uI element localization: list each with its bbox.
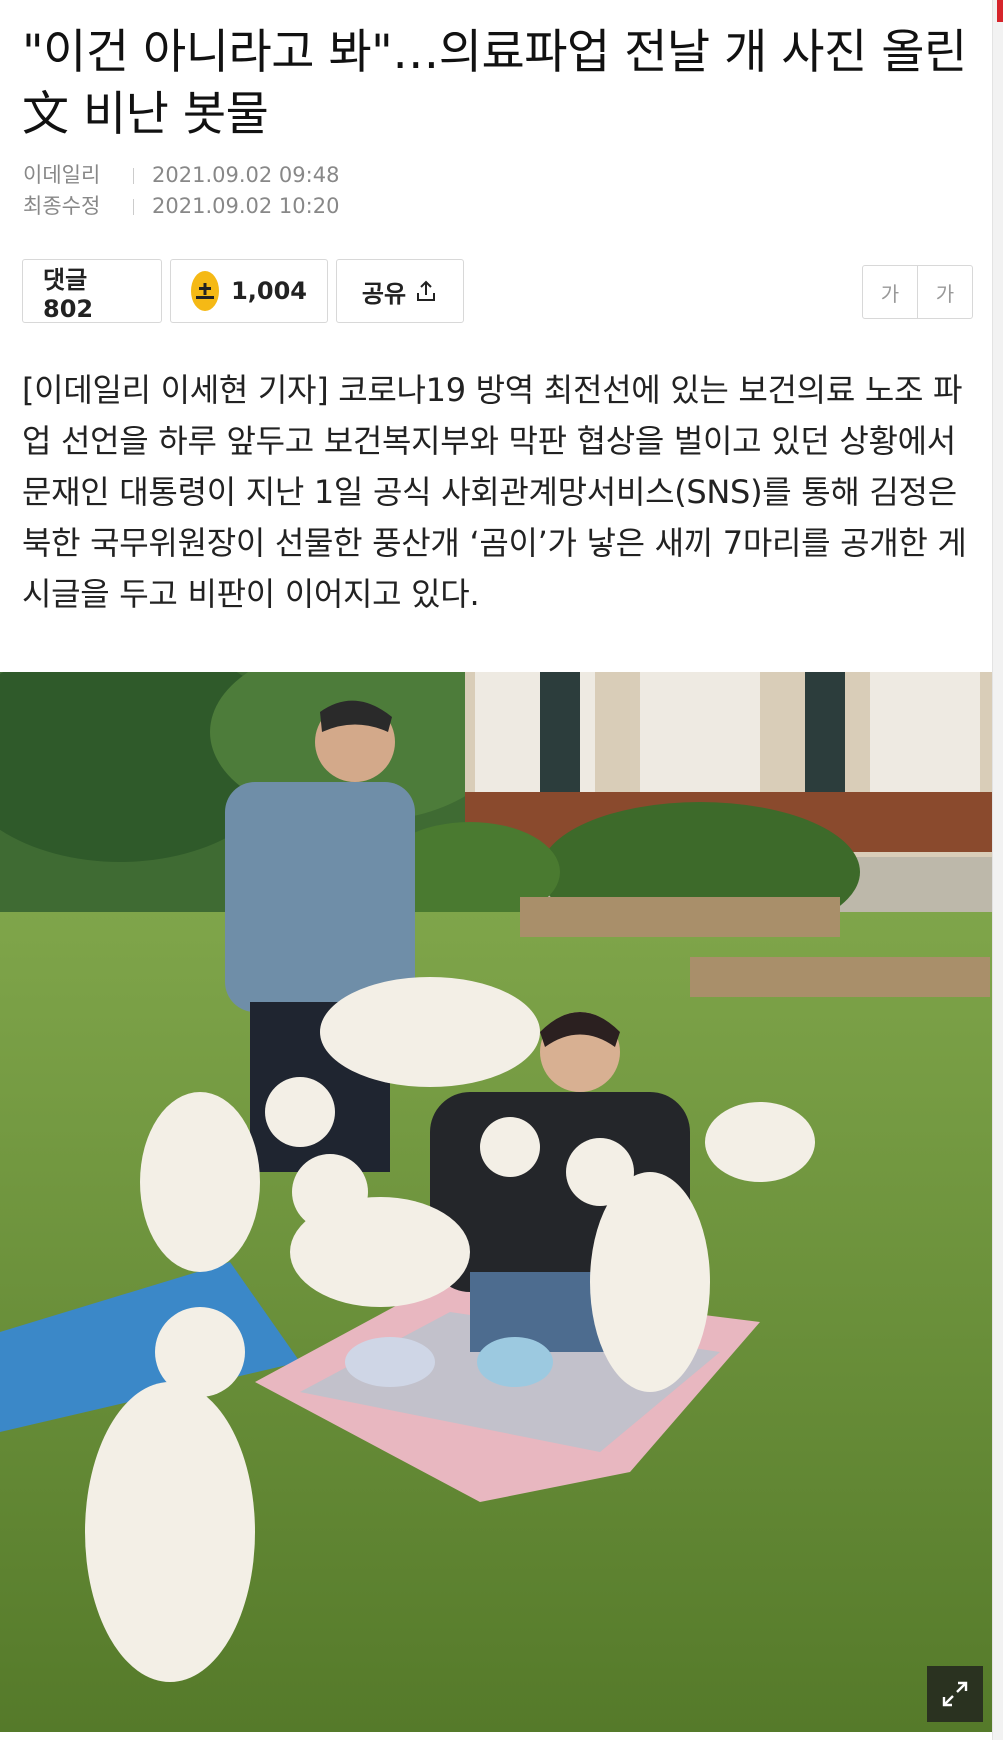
expand-icon [939,1678,971,1710]
article-page: "이건 아니라고 봐"…의료파업 전날 개 사진 올린 文 비난 봇물 이데일리… [0,0,993,1740]
article-meta: 이데일리 2021.09.02 09:48 최종수정 2021.09.02 10… [23,160,339,222]
comment-button[interactable]: 댓글 802 [22,259,162,323]
publisher-name: 이데일리 [23,163,101,187]
expand-photo-button[interactable] [927,1666,983,1722]
coin-button[interactable]: 1,004 [170,259,328,323]
font-size-larger-button[interactable]: 가 [917,266,972,318]
article-photo[interactable] [0,672,993,1732]
share-upload-icon [414,279,438,303]
dogs-garden-photo [0,672,993,1732]
modified-label: 최종수정 [23,194,101,218]
meta-divider [133,198,134,215]
coin-icon [191,271,220,311]
share-label: 공유 [361,279,407,308]
font-size-smaller-button[interactable]: 가 [863,266,917,318]
article-body: [이데일리 이세현 기자] 코로나19 방역 최전선에 있는 보건의료 노조 파… [22,371,967,613]
coin-count: 1,004 [231,277,307,305]
share-button[interactable]: 공유 [336,259,464,323]
meta-publisher-row: 이데일리 2021.09.02 09:48 [23,160,339,191]
comment-label: 댓글 802 [43,265,94,323]
meta-modified-row: 최종수정 2021.09.02 10:20 [23,191,339,222]
scroll-edge [992,0,1003,1740]
article-actions: 댓글 802 1,004 공유 [22,259,464,323]
published-time: 2021.09.02 09:48 [152,163,340,187]
accent-marker [997,0,1003,22]
modified-time: 2021.09.02 10:20 [152,194,340,218]
meta-divider [133,167,134,184]
font-size-control: 가 가 [862,265,973,319]
article-headline: "이건 아니라고 봐"…의료파업 전날 개 사진 올린 文 비난 봇물 [22,25,967,142]
